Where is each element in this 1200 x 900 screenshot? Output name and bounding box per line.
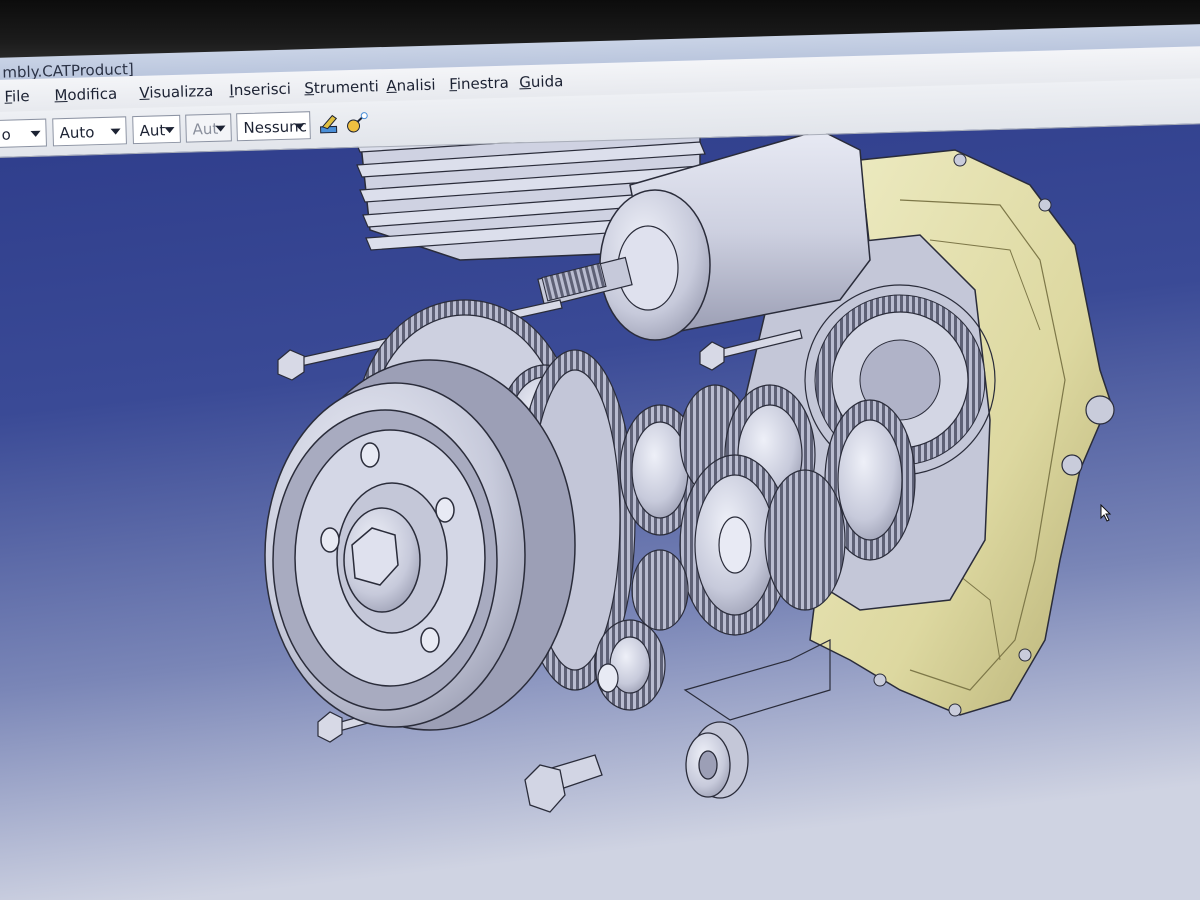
combo-style-value: o	[1, 125, 12, 144]
menu-strumenti[interactable]: Strumenti	[304, 77, 379, 97]
paint-brush-icon[interactable]	[316, 111, 343, 138]
combo-auto-1-value: Auto	[59, 123, 95, 143]
chevron-down-icon	[294, 123, 305, 130]
combo-nessuno[interactable]: Nessunc	[236, 111, 311, 142]
combo-auto-2-value: Aut	[139, 121, 166, 140]
chevron-down-icon	[164, 126, 175, 134]
menu-finestra[interactable]: Finestra	[449, 74, 509, 94]
chevron-down-icon	[215, 125, 226, 132]
combo-auto-1[interactable]: Auto	[52, 116, 127, 147]
menu-analisi[interactable]: Analisi	[386, 76, 436, 95]
menu-guida[interactable]: Guida	[519, 72, 564, 91]
mouse-cursor-icon	[1100, 504, 1112, 522]
menu-file[interactable]: File	[4, 87, 30, 106]
chevron-down-icon	[30, 130, 41, 137]
combo-auto-3-value: Aut	[192, 119, 219, 139]
menu-inserisci[interactable]: Inserisci	[229, 80, 291, 100]
combo-auto-2[interactable]: Aut	[132, 114, 181, 145]
sparkle-wand-icon[interactable]	[344, 110, 371, 137]
menu-modifica[interactable]: Modifica	[54, 85, 117, 105]
chevron-down-icon	[110, 128, 121, 135]
monitor-screen: mbly.CATProduct] File Modifica Visualizz…	[0, 0, 1200, 900]
menu-visualizza[interactable]: Visualizza	[139, 82, 213, 102]
combo-auto-3: Aut	[185, 113, 232, 143]
combo-style[interactable]: o	[0, 118, 47, 148]
